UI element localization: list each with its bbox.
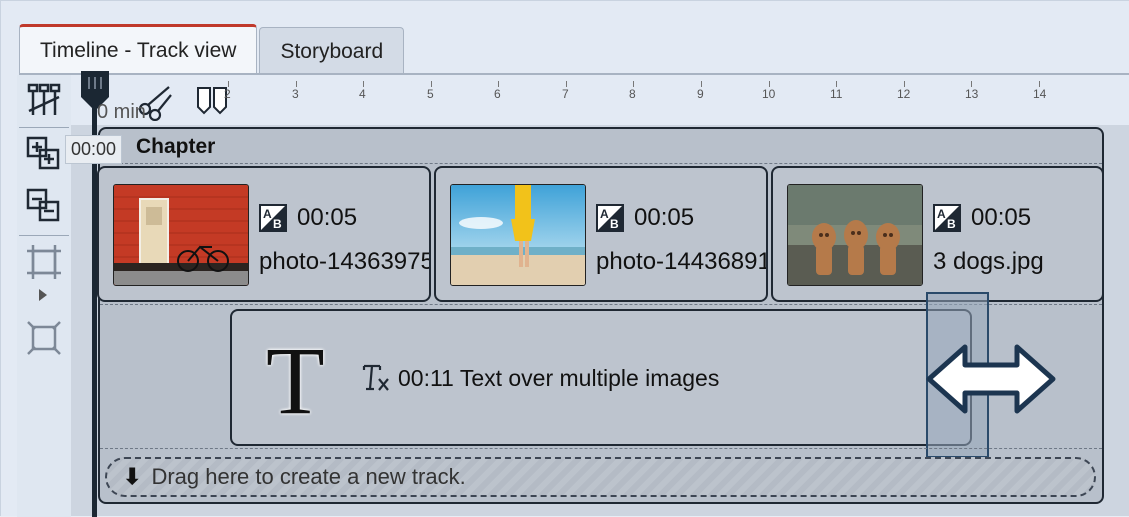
- toolbar-separator: [19, 127, 69, 128]
- ruler-tick: 12: [897, 87, 911, 101]
- ruler-unit-label: 0 min: [97, 101, 146, 123]
- clip-thumbnail: [787, 184, 923, 286]
- left-toolbar: [17, 75, 71, 517]
- image-clip[interactable]: AB 00:05 photo-14363975: [97, 166, 431, 302]
- ruler-tick: 4: [359, 87, 366, 101]
- track-tools-icon[interactable]: [25, 81, 63, 119]
- ruler-tick: 6: [494, 87, 501, 101]
- track-divider: [100, 448, 1102, 449]
- image-effect-icon: AB: [596, 204, 624, 232]
- add-track-icon[interactable]: [25, 135, 63, 173]
- svg-text:A: A: [600, 207, 609, 221]
- text-clip-info: 00:11 Text over multiple images: [362, 363, 719, 393]
- svg-text:A: A: [937, 207, 946, 221]
- svg-text:B: B: [947, 217, 956, 231]
- text-effect-icon: [362, 364, 389, 391]
- clip-name: photo-14436891: [596, 248, 768, 275]
- ruler-tick: 3: [292, 87, 299, 101]
- clip-duration-text: 00:05: [971, 204, 1032, 231]
- text-object-icon: T: [266, 327, 325, 434]
- fit-frame-icon[interactable]: [25, 243, 63, 281]
- ruler-tick: 8: [629, 87, 636, 101]
- ruler-tick: 5: [427, 87, 434, 101]
- clip-thumbnail: [450, 184, 586, 286]
- time-ruler[interactable]: 2 3 4 5 6 7 8 9 10 11 12 13 14: [71, 75, 1129, 125]
- clip-name: photo-14363975: [259, 248, 431, 275]
- text-clip[interactable]: T 00:11 Text over multiple images: [230, 309, 972, 446]
- arrow-down-icon: ⬇: [123, 464, 142, 489]
- clip-name: 3 dogs.jpg: [933, 248, 1044, 275]
- clip-thumbnail: [113, 184, 249, 286]
- chapter-title: Chapter: [136, 135, 216, 158]
- svg-text:B: B: [273, 217, 282, 231]
- clip-duration-text: 00:05: [297, 204, 358, 231]
- text-clip-label: 00:11 Text over multiple images: [398, 364, 720, 391]
- tab-storyboard[interactable]: Storyboard: [259, 27, 405, 75]
- image-effect-icon: AB: [933, 204, 961, 232]
- ruler-tick: 13: [965, 87, 979, 101]
- svg-text:A: A: [263, 207, 272, 221]
- image-effect-icon: AB: [259, 204, 287, 232]
- ruler-tick: 7: [562, 87, 569, 101]
- playhead-time: 00:00: [65, 135, 123, 164]
- svg-text:B: B: [610, 217, 619, 231]
- clip-duration: AB 00:05: [259, 204, 357, 232]
- ruler-tick: 10: [762, 87, 776, 101]
- tab-timeline-track-view[interactable]: Timeline - Track view: [19, 24, 258, 75]
- frame-icon[interactable]: [25, 319, 63, 357]
- clip-duration-text: 00:05: [634, 204, 695, 231]
- clip-duration: AB 00:05: [933, 204, 1031, 232]
- image-clip[interactable]: AB 00:05 3 dogs.jpg: [771, 166, 1104, 302]
- remove-track-icon[interactable]: [25, 187, 63, 225]
- ruler-tick: 11: [830, 87, 843, 101]
- dropzone-label: Drag here to create a new track.: [151, 464, 466, 489]
- ruler-tick: 2: [224, 87, 231, 101]
- image-clip[interactable]: AB 00:05 photo-14436891: [434, 166, 768, 302]
- tab-bar: Timeline - Track view Storyboard: [19, 23, 406, 75]
- resize-horizontal-arrow-icon: [926, 344, 1056, 414]
- track-divider: [100, 163, 1102, 164]
- ruler-tick: 14: [1033, 87, 1047, 101]
- expand-arrow-icon[interactable]: [39, 289, 47, 301]
- new-track-dropzone[interactable]: ⬇ Drag here to create a new track.: [105, 457, 1096, 497]
- clip-duration: AB 00:05: [596, 204, 694, 232]
- toolbar-separator: [19, 235, 69, 236]
- timeline-window: Timeline - Track view Storyboard 2 3 4 5…: [0, 0, 1129, 517]
- ruler-tick: 9: [697, 87, 704, 101]
